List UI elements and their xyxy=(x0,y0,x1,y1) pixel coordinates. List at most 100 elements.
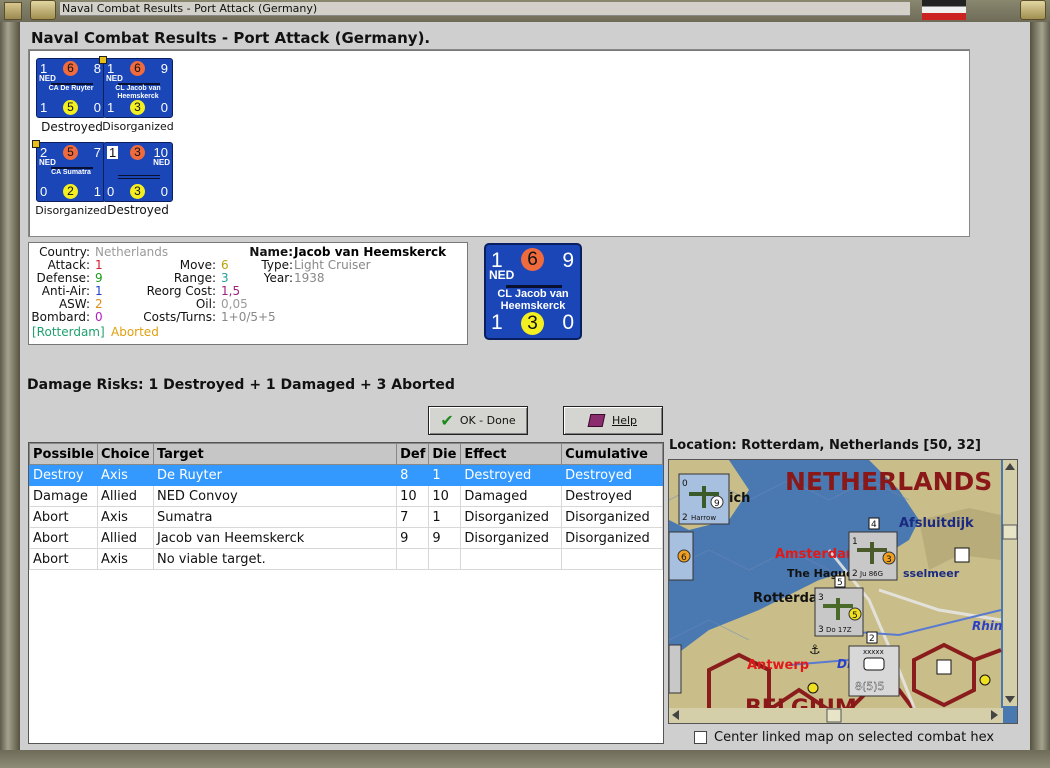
counter-top-dot: 3 xyxy=(130,145,145,160)
map-hq-counter[interactable]: xxxxx 8(5)5 xyxy=(848,645,900,697)
selected-marker-icon xyxy=(99,56,107,64)
table-row[interactable]: Destroy Axis De Ruyter 8 1 Destroyed Des… xyxy=(29,464,663,486)
unit-name: Ju 86G xyxy=(859,570,883,578)
unit-name: Harrow xyxy=(691,514,716,522)
column-header[interactable]: Cumulative xyxy=(561,443,663,465)
map-place-label: sselmeer xyxy=(903,567,960,580)
costs-label: Costs/Turns: xyxy=(143,310,216,324)
window-title: Naval Combat Results - Port Attack (Germ… xyxy=(60,2,910,16)
map-unit-counter[interactable]: 0 9 2 Harrow xyxy=(678,473,730,525)
table-cell: 1 xyxy=(428,464,462,486)
help-button[interactable]: Help xyxy=(563,406,663,435)
location-label: Location: Rotterdam, Netherlands [50, 32… xyxy=(669,438,981,453)
counter-bottom-dot: 3 xyxy=(130,184,145,199)
ok-done-button[interactable]: ✔ OK - Done xyxy=(428,406,528,435)
column-header[interactable]: Possible xyxy=(29,443,98,465)
table-cell: 10 xyxy=(428,485,462,507)
table-cell xyxy=(428,548,462,570)
column-header[interactable]: Def xyxy=(396,443,430,465)
counter-defense: 1 xyxy=(491,311,503,334)
table-cell xyxy=(561,548,663,570)
map-partial-counter[interactable] xyxy=(669,644,682,694)
map-unit-counter[interactable]: 1 3 2 Ju 86G xyxy=(848,531,898,581)
window-frame-bottom xyxy=(0,750,1050,768)
map-hscroll-thumb[interactable] xyxy=(826,708,842,723)
hq-size: xxxxx xyxy=(863,648,884,656)
counter-defense: 0 xyxy=(40,184,48,199)
stack-count: 5 xyxy=(837,578,843,588)
table-row[interactable]: Abort Axis Sumatra 7 1 Disorganized Diso… xyxy=(29,506,663,528)
book-icon xyxy=(587,414,606,427)
bombard-label: Bombard: xyxy=(31,310,90,324)
unit-value: 6 xyxy=(681,553,687,563)
table-cell: Disorganized xyxy=(460,527,563,549)
counter-attack: 1 xyxy=(107,145,119,160)
counter-right-value: 1 xyxy=(93,184,101,199)
unit-counter[interactable]: 1 6 9 NED CL Jacob van Heemskerck 1 3 0 xyxy=(99,56,173,118)
year-value: 1938 xyxy=(294,271,325,285)
table-row[interactable]: Abort Allied Jacob van Heemskerck 9 9 Di… xyxy=(29,527,663,549)
checkbox-box[interactable] xyxy=(694,731,707,744)
column-header[interactable]: Die xyxy=(428,443,462,465)
counter-name: CL Jacob van Heemskerck xyxy=(497,288,569,312)
counter-top-dot: 6 xyxy=(63,61,78,76)
unit-value: 3 xyxy=(818,625,824,635)
counter-top-dot: 6 xyxy=(521,248,544,271)
unit-value: 2 xyxy=(852,569,858,579)
table-cell: Axis xyxy=(96,506,154,528)
table-cell: Abort xyxy=(29,548,98,570)
counter-name: CA De Ruyter xyxy=(48,85,94,92)
unit-name: Do 17Z xyxy=(826,626,852,634)
table-cell: Sumatra xyxy=(152,506,398,528)
table-cell: Abort xyxy=(29,527,98,549)
map-vscrollbar[interactable] xyxy=(1003,460,1017,706)
counter-move: 9 xyxy=(562,249,574,272)
counter-defense: 1 xyxy=(40,100,48,115)
unit-counter[interactable]: 2 5 7 NED CA Sumatra 0 2 1 xyxy=(32,140,106,202)
table-cell: Disorganized xyxy=(561,527,663,549)
table-header-row: Possible Choice Target Def Die Effect Cu… xyxy=(29,443,663,465)
stack-count: 2 xyxy=(869,634,875,644)
column-header[interactable]: Effect xyxy=(460,443,563,465)
table-cell: Abort xyxy=(29,506,98,528)
table-cell: 7 xyxy=(396,506,430,528)
window-frame-left xyxy=(0,22,20,752)
counter-name xyxy=(104,169,172,177)
table-cell: 9 xyxy=(396,527,430,549)
bombard-value: 0 xyxy=(95,310,103,324)
unit-value: 3 xyxy=(886,555,892,565)
table-cell: Allied xyxy=(96,485,154,507)
center-map-checkbox[interactable]: Center linked map on selected combat hex xyxy=(694,730,994,745)
damage-risks: Damage Risks: 1 Destroyed + 1 Damaged + … xyxy=(27,377,455,393)
combat-results-dialog: Naval Combat Results - Port Attack (Germ… xyxy=(20,22,1030,750)
location-tag: [Rotterdam] xyxy=(32,325,105,339)
unit-value: 3 xyxy=(818,593,824,603)
column-header[interactable]: Target xyxy=(152,443,398,465)
table-row[interactable]: Abort Axis No viable target. xyxy=(29,548,663,570)
table-cell: Damaged xyxy=(460,485,563,507)
anchor-icon: ⚓ xyxy=(809,643,821,658)
table-row[interactable]: Damage Allied NED Convoy 10 10 Damaged D… xyxy=(29,485,663,507)
unit-counter[interactable]: 1 3 10 NED 0 3 0 xyxy=(103,142,173,202)
map-partial-counter[interactable]: 6 xyxy=(669,531,694,581)
unit-value: 9 xyxy=(714,499,720,509)
map-unit-counter[interactable]: 3 5 3 Do 17Z xyxy=(814,587,864,637)
unit-value: 1 xyxy=(852,537,858,547)
unit-status: Disorganized xyxy=(102,120,174,133)
window-menu-button[interactable] xyxy=(30,0,56,20)
table-cell: Destroy xyxy=(29,464,98,486)
map-canvas[interactable]: NETHERLANDS BELGIUM Amsterdam The Hague … xyxy=(669,460,1017,723)
map-city-label: Antwerp xyxy=(747,658,809,673)
results-table: Possible Choice Target Def Die Effect Cu… xyxy=(28,442,664,744)
table-cell: 1 xyxy=(428,506,462,528)
window-close-button[interactable] xyxy=(1020,0,1046,20)
table-cell: Destroyed xyxy=(561,485,663,507)
linked-map[interactable]: NETHERLANDS BELGIUM Amsterdam The Hague … xyxy=(668,459,1018,724)
counter-nation: NED xyxy=(153,158,170,167)
unit-counter[interactable]: 1 6 8 NED CA De Ruyter 1 5 0 xyxy=(36,58,106,118)
column-header[interactable]: Choice xyxy=(96,443,154,465)
counter-bottom-dot: 3 xyxy=(130,100,145,115)
counter-right-value: 0 xyxy=(160,184,168,199)
map-vscroll-thumb[interactable] xyxy=(1002,524,1017,540)
counter-top-dot: 6 xyxy=(130,61,145,76)
